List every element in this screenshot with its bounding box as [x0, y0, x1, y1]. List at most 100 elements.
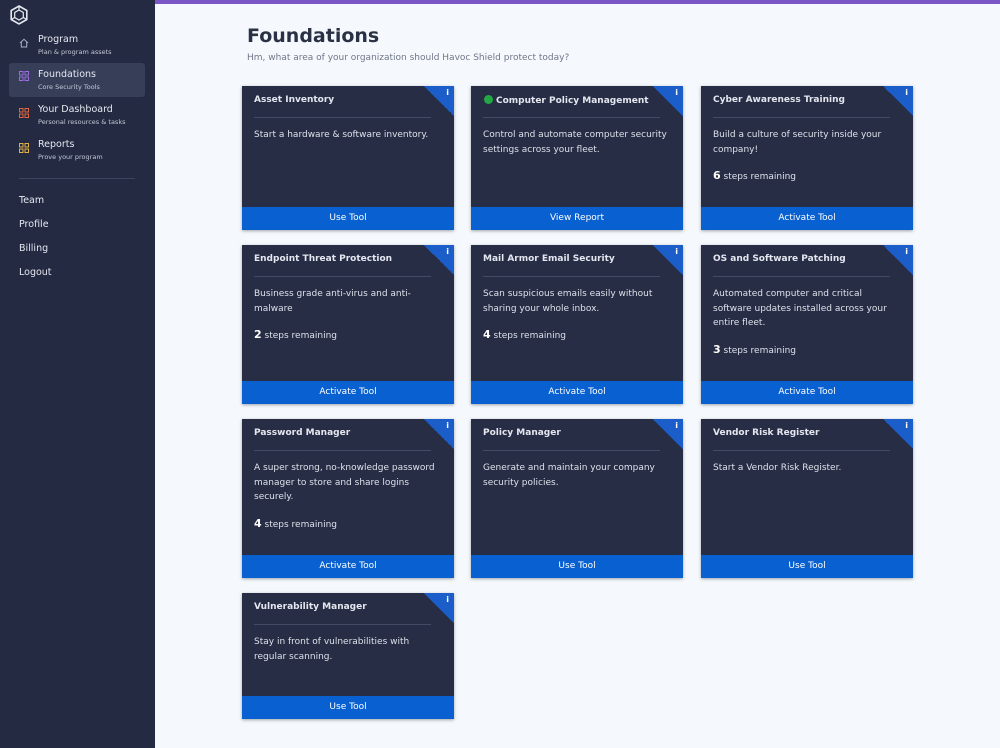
card-description: Start a hardware & software inventory.: [254, 130, 429, 140]
nav-link-team[interactable]: Team: [19, 195, 44, 206]
steps-label: steps remaining: [493, 331, 566, 341]
card-divider: [713, 117, 890, 118]
nav-item-reports[interactable]: Reports Prove your program: [9, 136, 145, 170]
info-corner[interactable]: [424, 593, 454, 623]
view-report-button[interactable]: View Report: [471, 207, 683, 230]
nav-item-foundations[interactable]: Foundations Core Security Tools: [9, 63, 145, 97]
page-subtitle: Hm, what area of your organization shoul…: [247, 53, 570, 63]
sidebar: Program Plan & program assets Foundation…: [0, 0, 155, 748]
card-divider: [254, 117, 431, 118]
tool-card-computer-policy-management: i Computer Policy Management Control and…: [471, 86, 683, 230]
info-corner[interactable]: [883, 245, 913, 275]
info-icon[interactable]: i: [446, 88, 449, 97]
steps-remaining: 2 steps remaining: [254, 328, 337, 341]
nav-subtitle: Prove your program: [38, 153, 103, 161]
nav-item-your-dashboard[interactable]: Your Dashboard Personal resources & task…: [9, 101, 145, 135]
grid-icon: [19, 143, 29, 153]
info-icon[interactable]: i: [675, 88, 678, 97]
card-divider: [713, 450, 890, 451]
steps-label: steps remaining: [723, 172, 796, 182]
accent-bar: [155, 0, 1000, 4]
card-description: A super strong, no-knowledge password ma…: [254, 463, 435, 502]
steps-count: 3: [713, 343, 721, 356]
nav-subtitle: Core Security Tools: [38, 83, 100, 91]
info-icon[interactable]: i: [446, 595, 449, 604]
sidebar-divider: [19, 178, 135, 179]
card-description: Scan suspicious emails easily without sh…: [483, 289, 653, 314]
tool-card-vulnerability-manager: i Vulnerability Manager Stay in front of…: [242, 593, 454, 719]
steps-count: 4: [254, 517, 262, 530]
card-description: Start a Vendor Risk Register.: [713, 463, 842, 473]
use-tool-button[interactable]: Use Tool: [242, 207, 454, 230]
steps-label: steps remaining: [264, 331, 337, 341]
nav-title: Your Dashboard: [38, 104, 113, 115]
card-title: Mail Armor Email Security: [483, 254, 615, 264]
info-icon[interactable]: i: [446, 421, 449, 430]
activate-tool-button[interactable]: Activate Tool: [471, 381, 683, 404]
tool-card-asset-inventory: i Asset Inventory Start a hardware & sof…: [242, 86, 454, 230]
use-tool-button[interactable]: Use Tool: [701, 555, 913, 578]
card-description: Stay in front of vulnerabilities with re…: [254, 637, 410, 662]
steps-remaining: 3 steps remaining: [713, 343, 796, 356]
nav-link-billing[interactable]: Billing: [19, 243, 48, 254]
tool-card-mail-armor-email-security: i Mail Armor Email Security Scan suspici…: [471, 245, 683, 404]
card-divider: [254, 276, 431, 277]
card-title: Cyber Awareness Training: [713, 95, 845, 105]
info-corner[interactable]: [424, 86, 454, 116]
info-corner[interactable]: [883, 419, 913, 449]
info-corner[interactable]: [424, 245, 454, 275]
info-icon[interactable]: i: [905, 421, 908, 430]
card-title: Policy Manager: [483, 428, 561, 438]
info-icon[interactable]: i: [905, 247, 908, 256]
card-divider: [483, 450, 660, 451]
use-tool-button[interactable]: Use Tool: [242, 696, 454, 719]
steps-count: 6: [713, 169, 721, 182]
nav-subtitle: Personal resources & tasks: [38, 118, 126, 126]
home-icon: [19, 38, 29, 48]
info-corner[interactable]: [653, 245, 683, 275]
card-title-wrap: Computer Policy Management: [484, 95, 649, 106]
info-corner[interactable]: [424, 419, 454, 449]
nav-item-program[interactable]: Program Plan & program assets: [9, 31, 145, 65]
activate-tool-button[interactable]: Activate Tool: [242, 555, 454, 578]
activate-tool-button[interactable]: Activate Tool: [701, 381, 913, 404]
grid-icon: [19, 71, 29, 81]
activate-tool-button[interactable]: Activate Tool: [701, 207, 913, 230]
info-icon[interactable]: i: [905, 88, 908, 97]
status-active-icon: [484, 95, 493, 104]
use-tool-button[interactable]: Use Tool: [471, 555, 683, 578]
steps-remaining: 4 steps remaining: [254, 517, 337, 530]
info-icon[interactable]: i: [675, 247, 678, 256]
card-description: Business grade anti-virus and anti-malwa…: [254, 289, 411, 314]
card-title: Computer Policy Management: [496, 96, 649, 106]
tool-card-os-and-software-patching: i OS and Software Patching Automated com…: [701, 245, 913, 404]
tool-card-policy-manager: i Policy Manager Generate and maintain y…: [471, 419, 683, 578]
steps-label: steps remaining: [264, 520, 337, 530]
activate-tool-button[interactable]: Activate Tool: [242, 381, 454, 404]
card-title: Asset Inventory: [254, 95, 335, 105]
steps-label: steps remaining: [723, 346, 796, 356]
info-icon[interactable]: i: [675, 421, 678, 430]
card-divider: [713, 276, 890, 277]
nav-title: Program: [38, 34, 79, 45]
nav-title: Reports: [38, 139, 75, 150]
info-corner[interactable]: [653, 419, 683, 449]
page-title: Foundations: [247, 25, 380, 47]
grid-icon: [19, 108, 29, 118]
tool-card-endpoint-threat-protection: i Endpoint Threat Protection Business gr…: [242, 245, 454, 404]
card-title: Vulnerability Manager: [254, 602, 367, 612]
info-corner[interactable]: [883, 86, 913, 116]
card-title: Endpoint Threat Protection: [254, 254, 393, 264]
nav-link-logout[interactable]: Logout: [19, 267, 52, 278]
card-divider: [483, 117, 660, 118]
steps-remaining: 6 steps remaining: [713, 169, 796, 182]
card-title: OS and Software Patching: [713, 254, 846, 264]
info-corner[interactable]: [653, 86, 683, 116]
info-icon[interactable]: i: [446, 247, 449, 256]
havoc-shield-logo-icon[interactable]: [9, 5, 29, 25]
steps-count: 2: [254, 328, 262, 341]
tool-card-cyber-awareness-training: i Cyber Awareness Training Build a cultu…: [701, 86, 913, 230]
steps-remaining: 4 steps remaining: [483, 328, 566, 341]
nav-link-profile[interactable]: Profile: [19, 219, 49, 230]
card-title: Vendor Risk Register: [713, 428, 820, 438]
